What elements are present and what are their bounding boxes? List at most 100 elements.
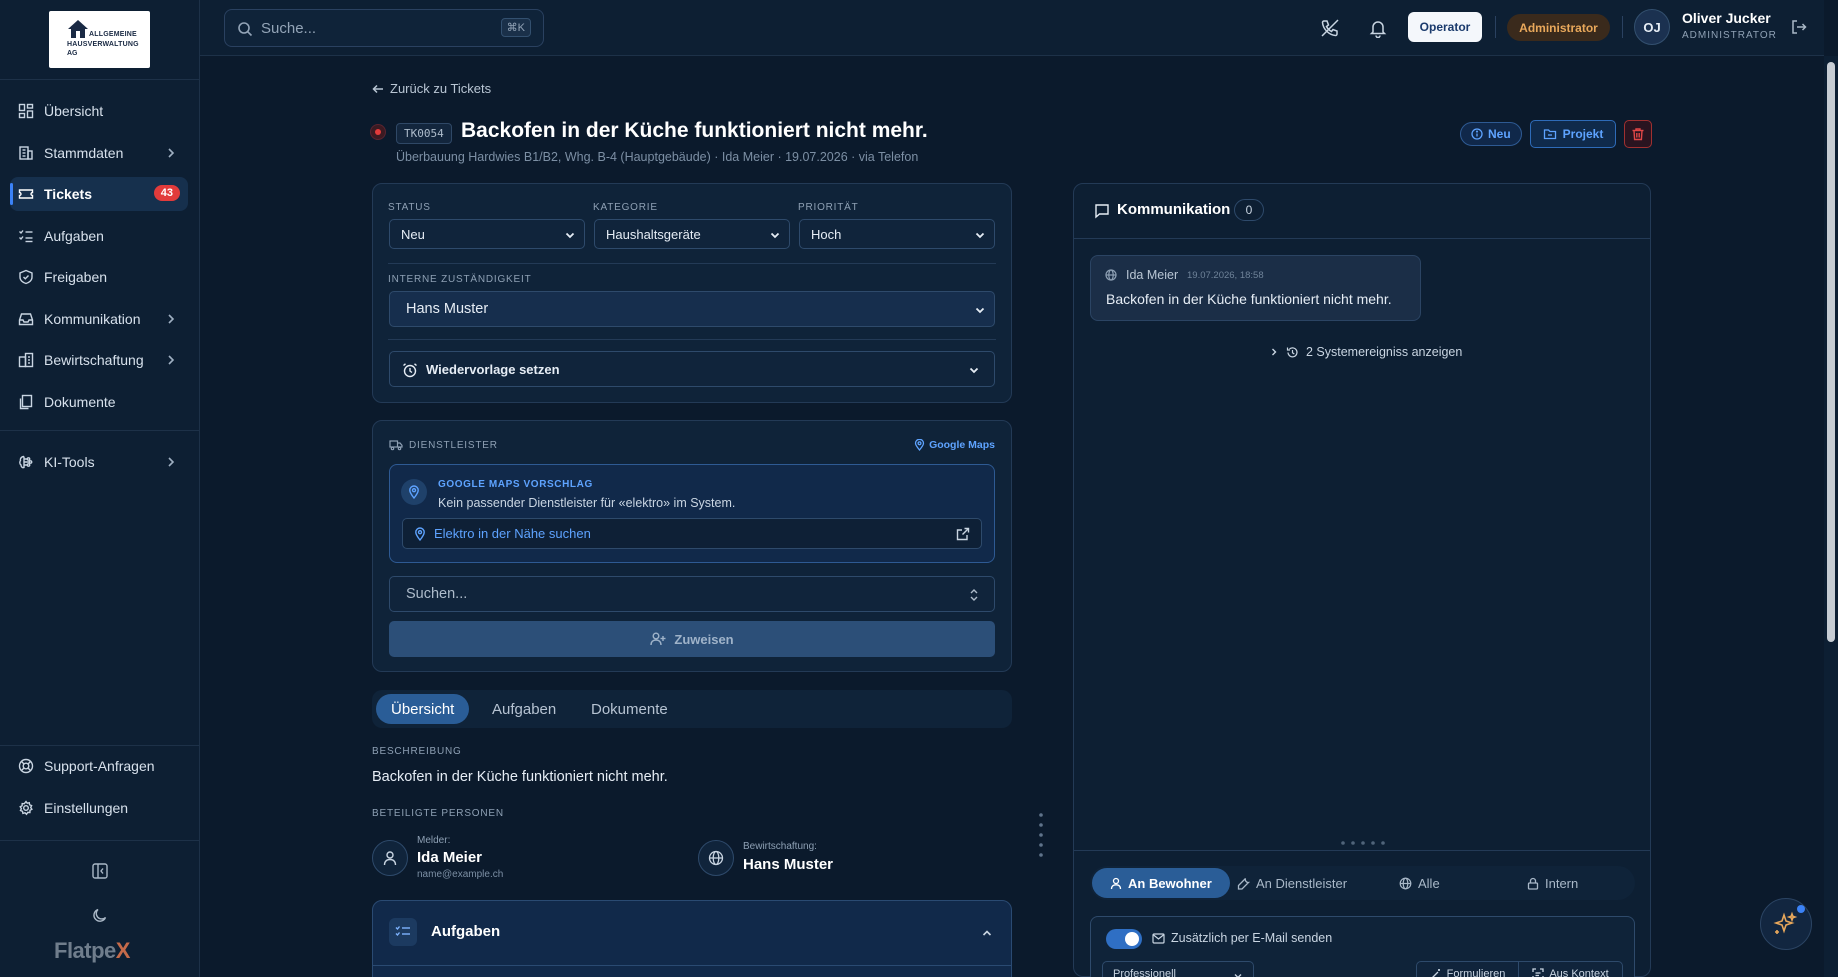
project-button[interactable]: Projekt: [1530, 120, 1616, 148]
followup-toggle[interactable]: Wiedervorlage setzen: [389, 351, 995, 387]
provider-search-combobox[interactable]: Suchen...: [389, 576, 995, 612]
sidebar-item-kommunikation[interactable]: Kommunikation: [10, 302, 188, 336]
bell-icon[interactable]: [1368, 18, 1388, 38]
tone-select[interactable]: Professionell: [1102, 961, 1254, 977]
status-select[interactable]: Neu: [389, 219, 585, 249]
brain-icon: [18, 454, 34, 470]
user-plus-icon: [650, 632, 666, 646]
logo-line-3: AG: [67, 50, 78, 57]
delete-button[interactable]: [1624, 120, 1652, 148]
sidebar-item-label: Stammdaten: [44, 145, 124, 161]
reporter-name[interactable]: Ida Meier: [417, 849, 482, 866]
ticket-id: TK0054: [396, 123, 452, 144]
operator-button[interactable]: Operator: [1408, 12, 1482, 42]
tab-aufgaben[interactable]: Aufgaben: [477, 694, 571, 724]
status-badge[interactable]: Neu: [1460, 122, 1522, 146]
scrollbar-thumb[interactable]: [1827, 62, 1835, 642]
sidebar-item-label: Kommunikation: [44, 311, 141, 327]
search-nearby-button[interactable]: Elektro in der Nähe suchen: [402, 518, 982, 549]
sidebar-item-ki-tools[interactable]: KI-Tools: [10, 445, 188, 479]
chevron-right-icon: [1272, 348, 1277, 356]
logo-line-2: HAUSVERWALTUNG: [67, 41, 139, 48]
manager-name: Hans Muster: [743, 856, 834, 873]
tone-value: Professionell: [1113, 968, 1176, 977]
sidebar-item-support[interactable]: Support-Anfragen: [10, 749, 188, 783]
building-icon: [18, 145, 34, 161]
globe-icon: [1399, 877, 1412, 889]
google-maps-link[interactable]: Google Maps: [914, 439, 995, 451]
segment-intern[interactable]: Intern: [1509, 868, 1596, 898]
sidebar-item-uebersicht[interactable]: Übersicht: [10, 94, 188, 128]
recipient-segmented-control: An Bewohner An Dienstleister Alle Intern: [1090, 866, 1635, 900]
resize-handle-icon[interactable]: [1038, 812, 1044, 860]
from-context-button[interactable]: Aus Kontext: [1518, 961, 1623, 977]
alarm-clock-icon: [403, 363, 417, 378]
provider-section-label: DIENSTLEISTER: [409, 440, 498, 451]
sidebar-item-stammdaten[interactable]: Stammdaten: [10, 136, 188, 170]
formulate-label: Formulieren: [1446, 968, 1506, 977]
responsible-select[interactable]: Hans Muster: [389, 291, 995, 327]
dashboard-icon: [18, 103, 34, 119]
sidebar-item-bewirtschaftung[interactable]: Bewirtschaftung: [10, 343, 188, 377]
system-events-toggle[interactable]: 2 Systemereigniss anzeigen: [1269, 345, 1462, 359]
logout-icon[interactable]: [1790, 18, 1808, 36]
sidebar-item-einstellungen[interactable]: Einstellungen: [10, 791, 188, 825]
segment-label: An Dienstleister: [1256, 875, 1348, 891]
sidebar-divider: [0, 840, 200, 841]
priority-select[interactable]: Hoch: [799, 219, 995, 249]
chevron-right-icon: [168, 457, 175, 467]
resize-handle-icon[interactable]: [1339, 840, 1387, 846]
chevron-up-icon[interactable]: [981, 927, 993, 939]
search-input[interactable]: Suche... ⌘K: [224, 9, 544, 47]
user-icon: [1110, 877, 1122, 889]
category-select[interactable]: Haushaltsgeräte: [594, 219, 790, 249]
formulate-button[interactable]: Formulieren: [1416, 961, 1519, 977]
page-scrollbar[interactable]: [1824, 56, 1838, 977]
status-badge-label: Neu: [1488, 127, 1511, 141]
back-to-tickets-link[interactable]: Zurück zu Tickets: [372, 81, 491, 96]
communication-panel: Kommunikation 0 Ida Meier 19.07.2026, 18…: [1073, 183, 1651, 977]
search-nearby-label: Elektro in der Nähe suchen: [434, 526, 591, 541]
sidebar-item-aufgaben[interactable]: Aufgaben: [10, 219, 188, 253]
sidebar: ALLGEMEINE HAUSVERWALTUNG AG Übersicht S…: [0, 0, 200, 977]
administrator-role-badge[interactable]: Administrator: [1507, 14, 1610, 41]
user-icon: [383, 851, 397, 866]
chevron-down-icon: [975, 232, 985, 239]
lock-icon: [1527, 877, 1539, 890]
sparkles-icon: [1773, 911, 1798, 934]
sidebar-item-label: Bewirtschaftung: [44, 352, 144, 368]
message-time: 19.07.2026, 18:58: [1187, 270, 1264, 281]
chevron-down-icon: [1234, 974, 1242, 977]
moon-icon[interactable]: [91, 906, 109, 924]
google-maps-label: Google Maps: [929, 439, 995, 451]
avatar[interactable]: OJ: [1634, 9, 1670, 45]
back-label: Zurück zu Tickets: [390, 81, 492, 96]
segment-alle[interactable]: Alle: [1381, 868, 1458, 898]
company-logo[interactable]: ALLGEMEINE HAUSVERWALTUNG AG: [49, 11, 150, 68]
sidebar-item-dokumente[interactable]: Dokumente: [10, 385, 188, 419]
page-title: Backofen in der Küche funktioniert nicht…: [461, 119, 928, 142]
sidebar-collapse-icon[interactable]: [91, 862, 109, 880]
email-toggle[interactable]: [1106, 929, 1142, 949]
people-label: BETEILIGTE PERSONEN: [372, 808, 504, 819]
segment-an-bewohner[interactable]: An Bewohner: [1092, 868, 1230, 898]
suggestion-text: Kein passender Dienstleister für «elektr…: [438, 496, 736, 510]
tab-uebersicht[interactable]: Übersicht: [376, 694, 470, 724]
tab-dokumente[interactable]: Dokumente: [576, 694, 683, 724]
phone-off-icon[interactable]: [1320, 18, 1340, 38]
reporter-email[interactable]: name@example.ch: [417, 869, 503, 880]
chevron-down-icon: [565, 232, 575, 239]
message-text: Backofen in der Küche funktioniert nicht…: [1106, 291, 1392, 307]
sidebar-item-freigaben[interactable]: Freigaben: [10, 260, 188, 294]
email-toggle-label: Zusätzlich per E-Mail senden: [1171, 931, 1333, 945]
notification-dot: [1797, 905, 1805, 913]
assign-button[interactable]: Zuweisen: [389, 621, 995, 657]
tasks-title: Aufgaben: [431, 923, 501, 940]
sidebar-item-label: Übersicht: [44, 103, 104, 119]
segment-label: Intern: [1545, 875, 1579, 891]
info-circle-icon: [1471, 128, 1483, 140]
sidebar-item-tickets[interactable]: Tickets 43: [10, 177, 188, 211]
category-label: KATEGORIE: [593, 202, 658, 213]
segment-an-dienstleister[interactable]: An Dienstleister: [1219, 868, 1365, 898]
ai-assistant-button[interactable]: [1760, 898, 1812, 950]
